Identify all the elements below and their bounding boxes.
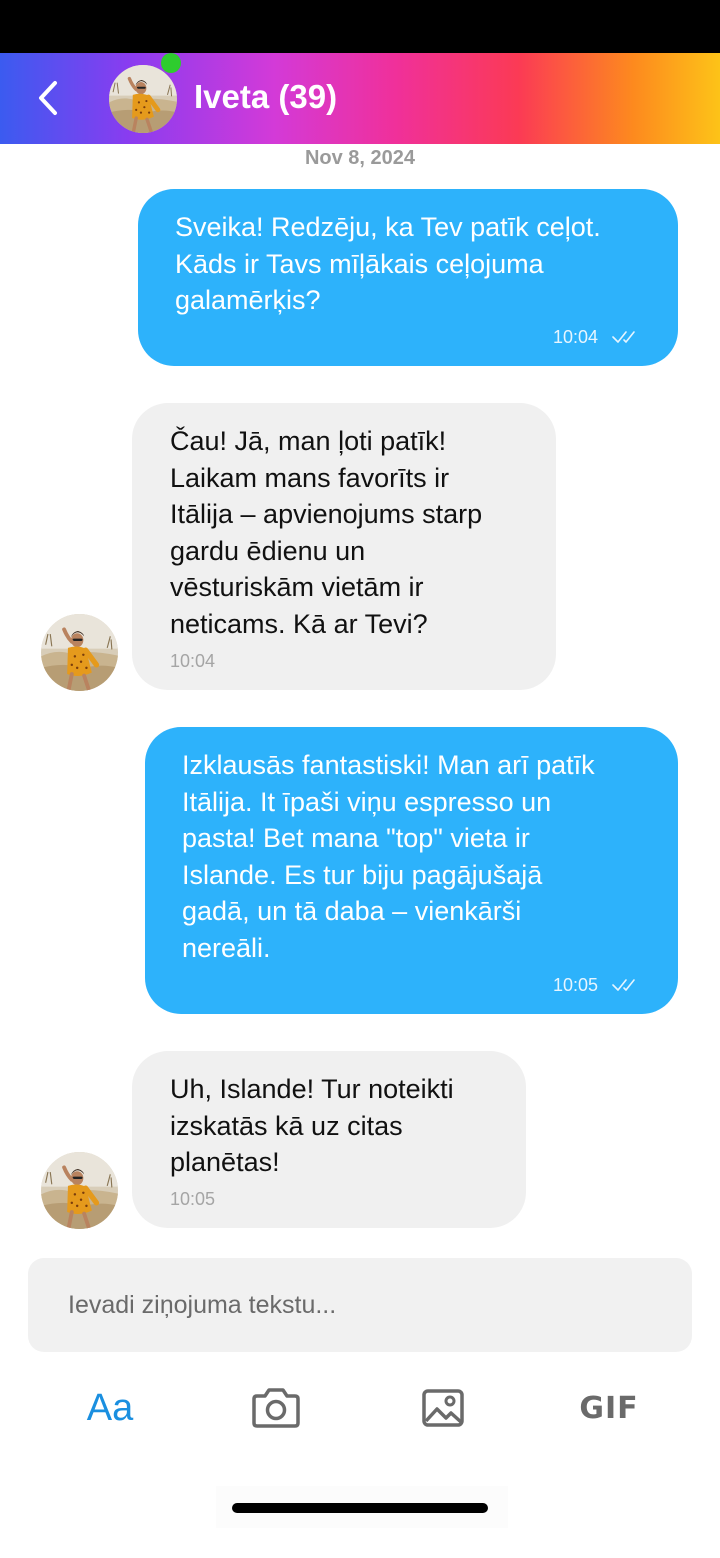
sender-avatar[interactable] xyxy=(41,1152,118,1229)
double-check-icon xyxy=(612,977,642,993)
camera-icon xyxy=(252,1388,300,1428)
chat-header: Iveta (39) xyxy=(0,53,720,144)
text-mode-label: Aa xyxy=(86,1386,134,1429)
message-bubble-outgoing[interactable]: Sveika! Redzēju, ka Tev patīk ceļot. Kād… xyxy=(138,189,678,366)
message-meta: 10:04 xyxy=(170,650,215,672)
text-mode-button[interactable]: Aa xyxy=(80,1380,140,1436)
message-meta: 10:05 xyxy=(553,974,642,996)
message-composer xyxy=(28,1258,692,1352)
online-status-dot xyxy=(161,53,181,73)
message-input[interactable] xyxy=(68,1290,692,1320)
sender-avatar[interactable] xyxy=(41,614,118,691)
contact-avatar[interactable] xyxy=(109,65,177,133)
message-bubble-outgoing[interactable]: Izklausās fantastiski! Man arī patīk Itā… xyxy=(145,727,678,1014)
date-separator: Nov 8, 2024 xyxy=(304,147,416,169)
contact-name[interactable]: Iveta (39) xyxy=(194,76,337,118)
message-time: 10:05 xyxy=(552,975,598,995)
message-meta: 10:04 xyxy=(553,326,642,348)
message-time: 10:04 xyxy=(552,327,598,347)
message-time: 10:05 xyxy=(170,1189,216,1209)
message-text: Izklausās fantastiski! Man arī patīk Itā… xyxy=(182,750,595,963)
message-text: Sveika! Redzēju, ka Tev patīk ceļot. Kād… xyxy=(175,212,601,316)
message-text: Uh, Islande! Tur noteikti izskatās kā uz… xyxy=(170,1074,454,1178)
status-bar xyxy=(0,0,720,53)
message-text: Čau! Jā, man ļoti patīk! Laikam mans fav… xyxy=(170,426,483,639)
back-button[interactable] xyxy=(28,75,68,121)
image-icon xyxy=(422,1389,464,1427)
gallery-button[interactable] xyxy=(412,1380,474,1436)
home-indicator[interactable] xyxy=(232,1503,488,1513)
camera-button[interactable] xyxy=(246,1380,306,1436)
message-bubble-incoming[interactable]: Čau! Jā, man ļoti patīk! Laikam mans fav… xyxy=(132,403,556,690)
message-meta: 10:05 xyxy=(170,1188,215,1210)
chevron-left-icon xyxy=(39,81,57,115)
double-check-icon xyxy=(612,329,642,345)
message-bubble-incoming[interactable]: Uh, Islande! Tur noteikti izskatās kā uz… xyxy=(132,1051,526,1228)
gif-label: GIF xyxy=(579,1390,639,1426)
message-time: 10:04 xyxy=(170,651,216,671)
gif-button[interactable]: GIF xyxy=(574,1380,644,1436)
